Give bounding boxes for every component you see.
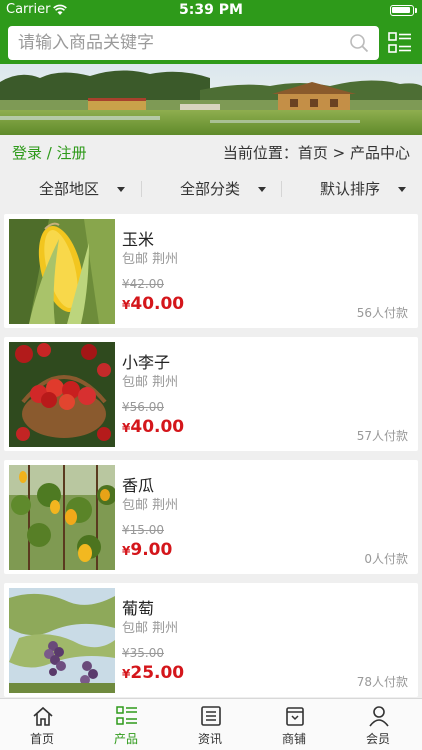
product-card[interactable]: 香瓜 包邮 荆州 ¥15.00 ¥9.00 0人付款 [4, 460, 418, 574]
filter-sort[interactable]: 默认排序 [320, 172, 407, 206]
product-shipping: 包邮 荆州 [122, 375, 179, 390]
tab-member[interactable]: 会员 [336, 699, 420, 750]
breadcrumb-bar: 登录 / 注册 当前位置：首页 > 产品中心 [0, 135, 422, 167]
product-sales-count: 78人付款 [356, 675, 408, 689]
battery-tip [415, 8, 417, 13]
product-card[interactable]: 玉米 包邮 荆州 ¥42.00 ¥40.00 56人付款 [4, 214, 418, 328]
product-original-price: ¥15.00 [122, 523, 164, 537]
home-icon [33, 706, 53, 726]
product-original-price: ¥42.00 [122, 277, 164, 291]
filter-bar: 全部地区 全部分类 默认排序 [0, 172, 422, 206]
tab-label: 首页 [29, 732, 54, 746]
top-bar: Carrier 5:39 PM [0, 0, 422, 64]
filter-category[interactable]: 全部分类 [180, 172, 267, 206]
shop-icon [286, 707, 304, 726]
grid-list-icon [116, 706, 137, 725]
tab-products[interactable]: 产品 [84, 699, 168, 750]
filter-sort-label: 默认排序 [320, 180, 381, 198]
product-price: ¥9.00 [122, 540, 172, 560]
product-sales-count: 56人付款 [356, 306, 408, 320]
product-name: 玉米 [122, 230, 155, 249]
search-input[interactable] [18, 26, 338, 60]
tab-news[interactable]: 资讯 [168, 699, 252, 750]
product-card[interactable]: 葡萄 包邮 荆州 ¥35.00 ¥25.00 78人付款 [4, 583, 418, 697]
product-price: ¥25.00 [122, 663, 184, 683]
product-original-price: ¥56.00 [122, 400, 164, 414]
product-image-plums[interactable] [9, 342, 115, 447]
filter-region[interactable]: 全部地区 [39, 172, 126, 206]
product-price: ¥40.00 [122, 417, 184, 437]
battery-icon [390, 5, 414, 16]
search-box[interactable] [8, 26, 379, 60]
chevron-down-icon [398, 187, 407, 192]
filter-region-label: 全部地区 [39, 180, 100, 198]
status-bar: Carrier 5:39 PM [0, 0, 422, 20]
product-card[interactable]: 小李子 包邮 荆州 ¥56.00 ¥40.00 57人付款 [4, 337, 418, 451]
product-shipping: 包邮 荆州 [122, 252, 179, 267]
tab-home[interactable]: 首页 [0, 699, 84, 750]
product-image-corn[interactable] [9, 219, 115, 324]
divider [141, 181, 142, 197]
product-sales-count: 0人付款 [364, 552, 408, 566]
login-separator: / [46, 144, 52, 162]
login-register: 登录 / 注册 [12, 142, 87, 163]
product-shipping: 包邮 荆州 [122, 621, 179, 636]
register-link[interactable]: 注册 [57, 144, 87, 162]
farm-banner-image[interactable] [0, 64, 422, 135]
product-name: 小李子 [122, 353, 171, 372]
tab-label: 会员 [365, 732, 390, 746]
divider [281, 181, 282, 197]
category-menu-icon[interactable] [388, 31, 412, 55]
tab-label: 商铺 [281, 732, 306, 746]
news-icon [201, 706, 221, 726]
price-value: 40.00 [130, 294, 185, 314]
product-image-melons[interactable] [9, 465, 115, 570]
product-price: ¥40.00 [122, 294, 184, 314]
filter-category-label: 全部分类 [180, 180, 241, 198]
clock: 5:39 PM [179, 2, 243, 18]
price-value: 9.00 [130, 540, 173, 560]
product-name: 香瓜 [122, 476, 155, 495]
price-value: 25.00 [130, 663, 185, 683]
product-image-grapes[interactable] [9, 588, 115, 693]
tab-shop[interactable]: 商铺 [252, 699, 336, 750]
product-sales-count: 57人付款 [356, 429, 408, 443]
user-icon [369, 706, 389, 727]
chevron-down-icon [117, 187, 126, 192]
login-link[interactable]: 登录 [12, 144, 42, 162]
search-icon[interactable] [349, 33, 369, 53]
bottom-tab-bar: 首页 产品 资讯 商铺 会员 [0, 698, 422, 750]
tab-label: 产品 [113, 732, 138, 746]
chevron-down-icon [258, 187, 267, 192]
product-name: 葡萄 [122, 599, 155, 618]
product-shipping: 包邮 荆州 [122, 498, 179, 513]
product-original-price: ¥35.00 [122, 646, 164, 660]
tab-label: 资讯 [197, 732, 222, 746]
breadcrumb[interactable]: 当前位置：首页 > 产品中心 [223, 142, 410, 163]
price-value: 40.00 [130, 417, 185, 437]
